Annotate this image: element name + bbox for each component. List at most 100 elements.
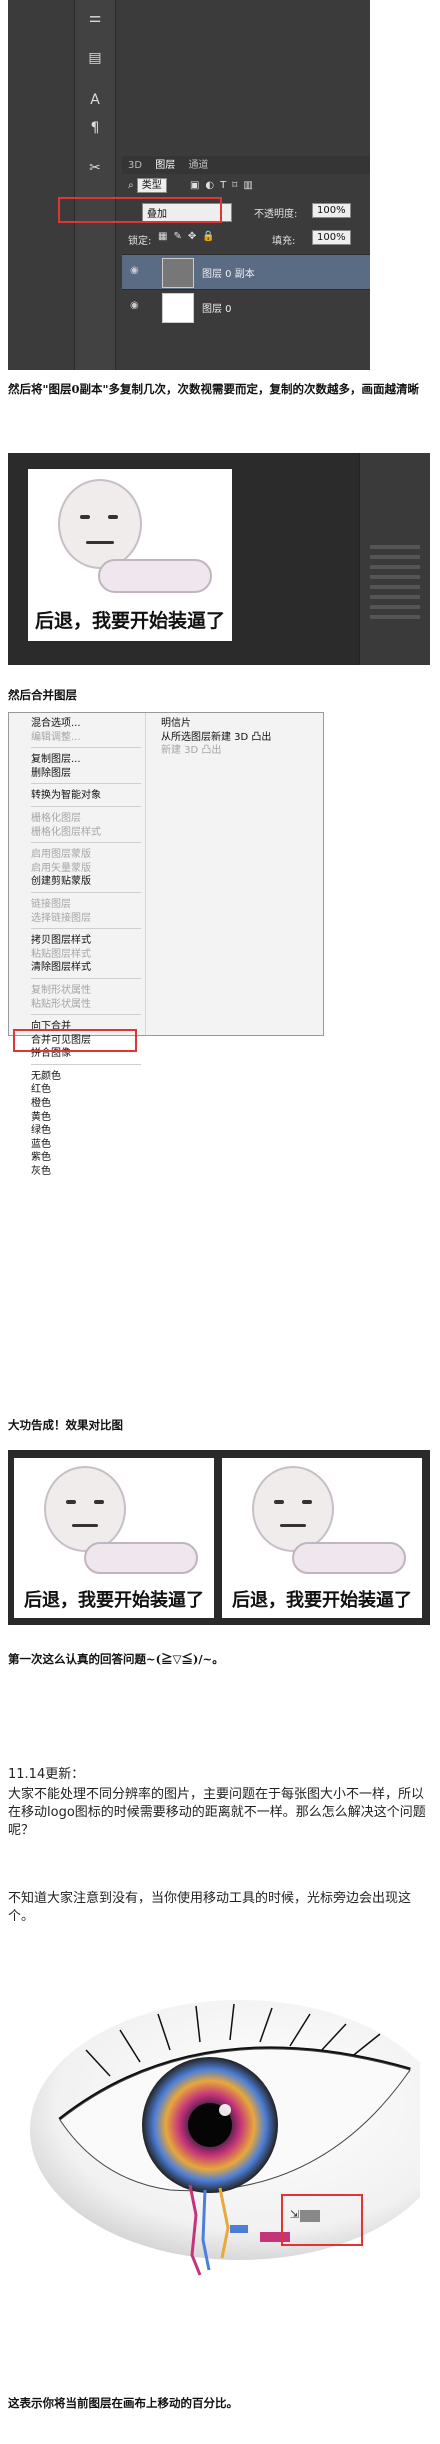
menu-item[interactable]: 复制形状属性 (9, 984, 145, 998)
svg-text:⇲: ⇲ (290, 2208, 299, 2221)
caption-duplicate: 然后将"图层0副本"多复制几次，次数视需要而定，复制的次数越多，画面越清晰 (8, 382, 419, 396)
menu-item[interactable]: 链接图层 (9, 898, 145, 912)
meme-eye-left (66, 1500, 76, 1504)
sidebar-line (370, 605, 420, 609)
menu-item[interactable]: 无颜色 (9, 1070, 145, 1084)
eye-photo: ⇲ (20, 2000, 420, 2340)
menu-item[interactable]: 启用图层蒙版 (9, 848, 145, 862)
menu-item[interactable]: 混合选项... (9, 717, 145, 731)
fill-input[interactable]: 100% (312, 230, 351, 245)
menu-item[interactable]: 绿色 (9, 1124, 145, 1138)
menu-item[interactable]: 蓝色 (9, 1138, 145, 1152)
meme-eye-right (94, 1500, 104, 1504)
merge-visible-highlight (13, 1028, 137, 1053)
menu-item[interactable]: 转换为智能对象 (9, 789, 145, 803)
layer-row-copy[interactable]: ◉ 图层 0 副本 (122, 254, 370, 289)
layer-thumbnail (162, 258, 194, 288)
menu-right-column: 明信片 从所选图层新建 3D 凸出 新建 3D 凸出 (159, 717, 319, 758)
meme-eye-left (274, 1500, 284, 1504)
menu-item[interactable]: 复制图层... (9, 753, 145, 767)
tools-icon[interactable]: ✂ (87, 160, 103, 176)
menu-left-column: 混合选项... 编辑调整... 复制图层... 删除图层转换为智能对象 栅格化图层 栅格化… (9, 717, 145, 1179)
sidebar-line (370, 585, 420, 589)
meme-arm (292, 1542, 406, 1574)
caption-first-answer: 第一次这么认真的回答问题~(≧▽≦)/~。 (8, 1652, 224, 1666)
highlight-box (58, 197, 222, 223)
menu-item[interactable]: 新建 3D 凸出 (159, 744, 319, 758)
meme-face (58, 479, 142, 569)
visibility-eye-icon[interactable]: ◉ (130, 300, 142, 311)
menu-item[interactable]: 启用矢量蒙版 (9, 862, 145, 876)
menu-item[interactable]: 从所选图层新建 3D 凸出 (159, 731, 319, 745)
lock-row: 锁定: ▦✎✥🔒 填充: 100% (122, 228, 370, 248)
menu-item[interactable]: 粘贴图层样式 (9, 948, 145, 962)
menu-item[interactable]: 创建剪贴蒙版 (9, 875, 145, 889)
menu-item[interactable]: 黄色 (9, 1111, 145, 1125)
meme-arm (84, 1542, 198, 1574)
update-paragraph-2: 不知道大家注意到没有，当你使用移动工具的时候，光标旁边会出现这个。 (8, 1891, 412, 1924)
menu-item[interactable]: 清除图层样式 (9, 961, 145, 975)
layer-name[interactable]: 图层 0 (202, 300, 232, 315)
lock-icons[interactable]: ▦✎✥🔒 (158, 231, 221, 242)
sidebar-line (370, 545, 420, 549)
menu-item[interactable]: 栅格化图层样式 (9, 826, 145, 840)
caption-merge: 然后合并图层 (8, 688, 77, 702)
tab-channels[interactable]: 通道 (188, 160, 208, 171)
caption-done: 大功告成！效果对比图 (8, 1418, 123, 1432)
meme-canvas-screenshot: 后退，我要开始装逼了 (8, 453, 430, 665)
meme-eye-left (80, 515, 90, 519)
sidebar-line (370, 555, 420, 559)
layer-name[interactable]: 图层 0 副本 (202, 265, 255, 280)
meme-eye-right (108, 515, 118, 519)
menu-item[interactable]: 编辑调整... (9, 731, 145, 745)
menu-item[interactable]: 选择链接图层 (9, 912, 145, 926)
meme-caption: 后退，我要开始装逼了 (24, 1590, 204, 1611)
caption-percentage: 这表示你将当前图层在画布上移动的百分比。 (8, 2396, 238, 2410)
layer-row-original[interactable]: ◉ 图层 0 (122, 289, 370, 324)
menu-item[interactable]: 拷贝图层样式 (9, 934, 145, 948)
comparison-screenshot: 后退，我要开始装逼了 后退，我要开始装逼了 (8, 1450, 430, 1625)
histogram-icon[interactable]: ▤ (87, 50, 103, 66)
layers-panel-screenshot: ⚌ ▤ A ¶ ✂ 3D 图层 通道 ⌕ 类型 ▣◐T⌑▥ 叠加 不透明度: 1… (8, 0, 370, 370)
search-icon: ⌕ (128, 180, 134, 191)
meme-mouth (280, 1524, 306, 1527)
eye-illustration: ⇲ (20, 2000, 420, 2340)
menu-item[interactable]: 栅格化图层 (9, 812, 145, 826)
tab-3d[interactable]: 3D (128, 160, 142, 171)
paragraph-icon[interactable]: ¶ (87, 120, 103, 136)
menu-item[interactable]: 粘贴形状属性 (9, 998, 145, 1012)
filter-icons[interactable]: ▣◐T⌑▥ (190, 180, 259, 191)
lock-label: 锁定: (128, 236, 152, 247)
character-icon[interactable]: A (87, 92, 103, 108)
meme-face (252, 1466, 334, 1552)
meme-mouth (86, 541, 114, 544)
sidebar-line (370, 575, 420, 579)
opacity-input[interactable]: 100% (312, 203, 351, 218)
meme-caption: 后退，我要开始装逼了 (34, 610, 225, 632)
filter-type-select[interactable]: 类型 (136, 178, 167, 193)
ps-layers-sidebar (359, 453, 430, 665)
menu-item[interactable]: 明信片 (159, 717, 319, 731)
menu-item[interactable]: 灰色 (9, 1165, 145, 1179)
meme-arm (98, 559, 212, 593)
visibility-eye-icon[interactable]: ◉ (130, 265, 142, 276)
layer-thumbnail (162, 293, 194, 323)
panel-tabs: 3D 图层 通道 (122, 156, 370, 174)
opacity-label: 不透明度: (254, 209, 298, 220)
menu-item[interactable]: 紫色 (9, 1151, 145, 1165)
update-paragraph-1: 大家不能处理不同分辨率的图片，主要问题在于每张图大小不一样，所以在移动logo图… (8, 1787, 426, 1838)
sliders-icon[interactable]: ⚌ (87, 10, 103, 26)
meme-image: 后退，我要开始装逼了 (28, 469, 232, 641)
menu-item[interactable]: 删除图层 (9, 767, 145, 781)
menu-item[interactable]: 红色 (9, 1083, 145, 1097)
meme-face (44, 1466, 126, 1552)
filter-row: ⌕ 类型 ▣◐T⌑▥ (122, 176, 370, 194)
sidebar-line (370, 565, 420, 569)
meme-mouth (72, 1524, 98, 1527)
meme-caption: 后退，我要开始装逼了 (232, 1590, 412, 1611)
sidebar-line (370, 615, 420, 619)
tab-layers[interactable]: 图层 (155, 160, 175, 171)
meme-after: 后退，我要开始装逼了 (222, 1458, 422, 1618)
tool-column: ⚌ ▤ A ¶ ✂ (74, 0, 116, 370)
menu-item[interactable]: 橙色 (9, 1097, 145, 1111)
